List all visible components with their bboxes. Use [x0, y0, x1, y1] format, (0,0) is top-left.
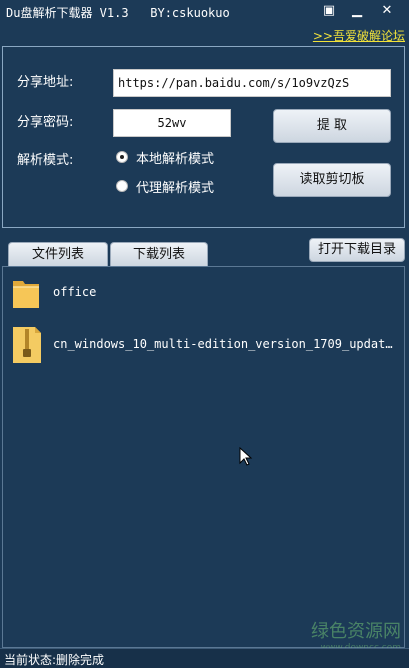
mode-proxy-label[interactable]: 代理解析模式	[136, 177, 214, 196]
list-item[interactable]: cn_windows_10_multi-edition_version_1709…	[11, 325, 401, 365]
file-name: cn_windows_10_multi-edition_version_1709…	[53, 337, 398, 351]
file-name: office	[53, 285, 97, 299]
mode-proxy-radio[interactable]	[116, 180, 128, 192]
close-button[interactable]: ✕	[376, 1, 398, 21]
tab-download-list[interactable]: 下载列表	[110, 242, 208, 266]
status-bar: 当前状态:删除完成	[0, 648, 409, 668]
watermark: 绿色资源网 www.downcc.com	[271, 617, 401, 653]
mouse-cursor-icon	[239, 447, 253, 466]
mode-local-radio[interactable]	[116, 151, 128, 163]
password-label: 分享密码:	[17, 115, 74, 130]
read-clipboard-button[interactable]: 读取剪切板	[273, 163, 391, 197]
extract-button[interactable]: 提 取	[273, 109, 391, 143]
list-item[interactable]: office	[11, 273, 401, 313]
status-text: 当前状态:删除完成	[4, 653, 105, 667]
file-list: office cn_windows_10_multi-edition_versi…	[2, 266, 405, 653]
menu-icon[interactable]: ▣	[318, 1, 340, 21]
mode-label: 解析模式:	[17, 153, 74, 168]
zip-file-icon	[13, 327, 41, 363]
folder-icon	[13, 281, 39, 308]
minimize-button[interactable]: ▁	[346, 1, 368, 21]
forum-link[interactable]: >>吾爱破解论坛	[313, 27, 405, 44]
password-input[interactable]: 52wv	[113, 109, 231, 137]
watermark-text: 绿色资源网	[311, 621, 401, 642]
open-download-dir-button[interactable]: 打开下载目录	[309, 238, 405, 262]
window-title: Du盘解析下载器 V1.3 BY:cskuokuo	[6, 6, 230, 20]
share-url-label: 分享地址:	[17, 75, 74, 90]
title-bar: Du盘解析下载器 V1.3 BY:cskuokuo ▣ ▁ ✕	[0, 0, 409, 26]
tab-file-list[interactable]: 文件列表	[8, 242, 108, 266]
settings-panel: 分享地址: https://pan.baidu.com/s/1o9vzQzS 分…	[2, 46, 405, 228]
share-url-input[interactable]: https://pan.baidu.com/s/1o9vzQzS	[113, 69, 391, 97]
mode-local-label[interactable]: 本地解析模式	[136, 148, 214, 167]
